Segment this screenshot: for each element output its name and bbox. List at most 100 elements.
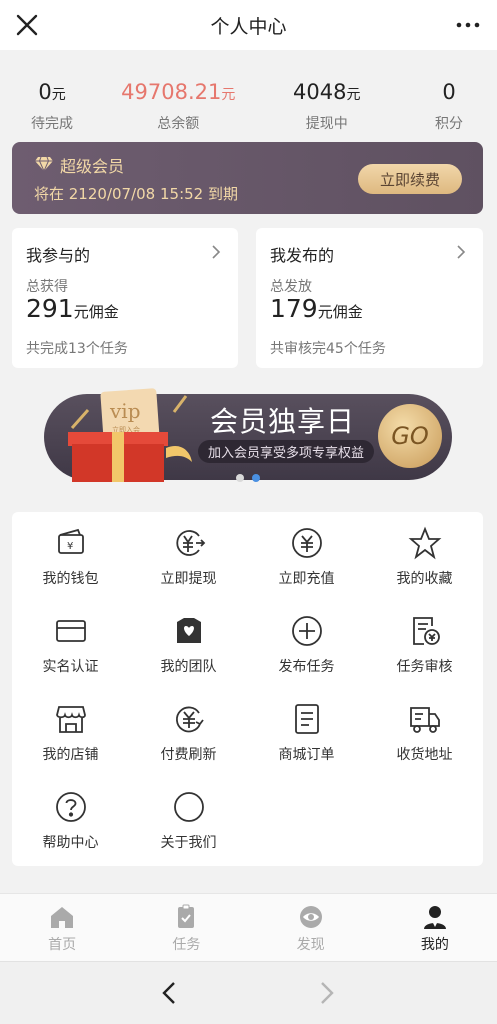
tab-label: 发现 bbox=[296, 937, 325, 953]
svg-text:¥: ¥ bbox=[67, 541, 73, 552]
truck-icon bbox=[410, 707, 440, 733]
menu-item-label: 我的钱包 bbox=[42, 571, 99, 587]
card-amount: 179元佣金 bbox=[270, 294, 363, 323]
top-bar: 个人中心 bbox=[0, 0, 497, 50]
refresh-pay-icon bbox=[175, 706, 204, 733]
card-sub: 总发放 bbox=[270, 279, 312, 295]
menu-item-address[interactable]: 收货地址 bbox=[366, 688, 483, 776]
menu-item-shop[interactable]: 我的店铺 bbox=[12, 688, 129, 776]
forward-arrow-icon[interactable] bbox=[314, 980, 338, 1006]
chevron-right-icon bbox=[457, 245, 466, 259]
audit-icon bbox=[413, 617, 440, 645]
menu-item-label: 收货地址 bbox=[396, 747, 453, 763]
stat-balance[interactable]: 49708.21元 总余额 bbox=[104, 78, 253, 138]
menu-item-label: 帮助中心 bbox=[42, 835, 99, 851]
stat-label: 提现中 bbox=[305, 116, 348, 132]
menu-item-label: 任务审核 bbox=[396, 659, 453, 675]
menu-item-favorites[interactable]: 我的收藏 bbox=[366, 512, 483, 600]
tab-tasks[interactable]: 任务 bbox=[124, 894, 248, 961]
menu-item-label: 付费刷新 bbox=[160, 747, 217, 763]
participated-card[interactable]: 我参与的 总获得 291元佣金 共完成13个任务 bbox=[12, 228, 238, 368]
stat-value: 49708.21 bbox=[121, 80, 222, 104]
card-sub: 总获得 bbox=[26, 279, 68, 295]
chevron-right-icon bbox=[212, 245, 221, 259]
menu-item-mall-orders[interactable]: 商城订单 bbox=[248, 688, 365, 776]
menu-item-verification[interactable]: 实名认证 bbox=[12, 600, 129, 688]
team-icon bbox=[177, 618, 201, 643]
renew-button[interactable]: 立即续费 bbox=[358, 164, 462, 194]
menu-grid: ¥ 我的钱包 立即提现 立即充值 我的收藏 实名认证 我的团队 发布任务 任务审… bbox=[12, 512, 483, 866]
card-title: 我发布的 bbox=[270, 246, 335, 265]
menu-item-about[interactable]: 关于我们 bbox=[130, 776, 247, 864]
eye-icon bbox=[299, 906, 322, 928]
browser-nav-bar bbox=[0, 961, 497, 1024]
amount-value: 291 bbox=[26, 294, 74, 323]
vip-card-text: vip bbox=[109, 399, 141, 423]
wallet-icon: ¥ bbox=[58, 528, 84, 554]
carousel-dot[interactable] bbox=[236, 474, 244, 482]
menu-item-publish-task[interactable]: 发布任务 bbox=[248, 600, 365, 688]
vip-title: 超级会员 bbox=[60, 157, 125, 176]
id-card-icon bbox=[56, 620, 86, 642]
tab-label: 我的 bbox=[420, 937, 449, 953]
stat-unit: 元 bbox=[51, 87, 66, 103]
carousel-dot-active[interactable] bbox=[252, 474, 260, 482]
stat-points[interactable]: 0 积分 bbox=[401, 78, 497, 138]
vip-expire-text: 将在 2120/07/08 15:52 到期 bbox=[34, 185, 238, 203]
main-content: 0元 待完成 49708.21元 总余额 4048元 提现中 0 积分 超级会员… bbox=[0, 50, 497, 893]
stat-unit: 元 bbox=[346, 87, 361, 103]
about-icon bbox=[174, 792, 204, 822]
menu-item-label: 立即充值 bbox=[278, 571, 335, 587]
menu-item-wallet[interactable]: ¥ 我的钱包 bbox=[12, 512, 129, 600]
menu-item-team[interactable]: 我的团队 bbox=[130, 600, 247, 688]
menu-item-help[interactable]: 帮助中心 bbox=[12, 776, 129, 864]
card-amount: 291元佣金 bbox=[26, 294, 119, 323]
close-icon[interactable] bbox=[12, 10, 42, 40]
banner-tagline: 加入会员享受多项专享权益 bbox=[198, 440, 375, 463]
stat-value: 4048 bbox=[293, 80, 347, 104]
stat-pending[interactable]: 0元 待完成 bbox=[0, 78, 104, 138]
card-footer: 共审核完45个任务 bbox=[270, 341, 386, 357]
stat-unit: 元 bbox=[221, 87, 236, 103]
menu-item-label: 我的店铺 bbox=[42, 747, 99, 763]
tab-home[interactable]: 首页 bbox=[0, 894, 124, 961]
star-icon bbox=[408, 526, 442, 560]
stat-label: 积分 bbox=[435, 116, 463, 132]
gift-box-icon: vip 立即入会 bbox=[68, 388, 192, 482]
plus-circle-icon bbox=[292, 616, 322, 646]
recharge-icon bbox=[292, 528, 322, 558]
menu-item-recharge[interactable]: 立即充值 bbox=[248, 512, 365, 600]
more-icon[interactable] bbox=[453, 10, 483, 40]
help-icon bbox=[56, 792, 86, 822]
menu-item-label: 我的收藏 bbox=[396, 571, 453, 587]
carousel-dots bbox=[236, 474, 260, 482]
page-title: 个人中心 bbox=[210, 15, 287, 38]
card-title: 我参与的 bbox=[26, 246, 91, 265]
menu-item-label: 实名认证 bbox=[42, 659, 99, 675]
menu-item-task-audit[interactable]: 任务审核 bbox=[366, 600, 483, 688]
amount-suffix: 元佣金 bbox=[317, 303, 363, 321]
card-footer: 共完成13个任务 bbox=[26, 341, 128, 357]
tab-label: 任务 bbox=[172, 937, 201, 953]
shop-icon bbox=[56, 706, 86, 733]
tab-discover[interactable]: 发现 bbox=[249, 894, 373, 961]
menu-item-label: 商城订单 bbox=[278, 747, 335, 763]
go-button[interactable]: GO bbox=[378, 404, 442, 468]
menu-item-paid-refresh[interactable]: 付费刷新 bbox=[130, 688, 247, 776]
menu-item-withdraw[interactable]: 立即提现 bbox=[130, 512, 247, 600]
stat-value: 0 bbox=[442, 80, 456, 104]
tab-mine[interactable]: 我的 bbox=[373, 894, 497, 961]
stats-row: 0元 待完成 49708.21元 总余额 4048元 提现中 0 积分 bbox=[0, 78, 497, 138]
order-icon bbox=[295, 704, 319, 734]
amount-value: 179 bbox=[270, 294, 318, 323]
stat-value: 0 bbox=[38, 80, 52, 104]
amount-suffix: 元佣金 bbox=[73, 303, 119, 321]
back-arrow-icon[interactable] bbox=[158, 980, 182, 1006]
stat-label: 总余额 bbox=[157, 116, 200, 132]
menu-item-label: 发布任务 bbox=[278, 659, 335, 675]
published-card[interactable]: 我发布的 总发放 179元佣金 共审核完45个任务 bbox=[256, 228, 483, 368]
home-icon bbox=[51, 907, 74, 928]
stat-withdrawing[interactable]: 4048元 提现中 bbox=[253, 78, 402, 138]
bottom-tab-bar: 首页 任务 发现 我的 bbox=[0, 893, 497, 961]
menu-item-label: 立即提现 bbox=[160, 571, 217, 587]
